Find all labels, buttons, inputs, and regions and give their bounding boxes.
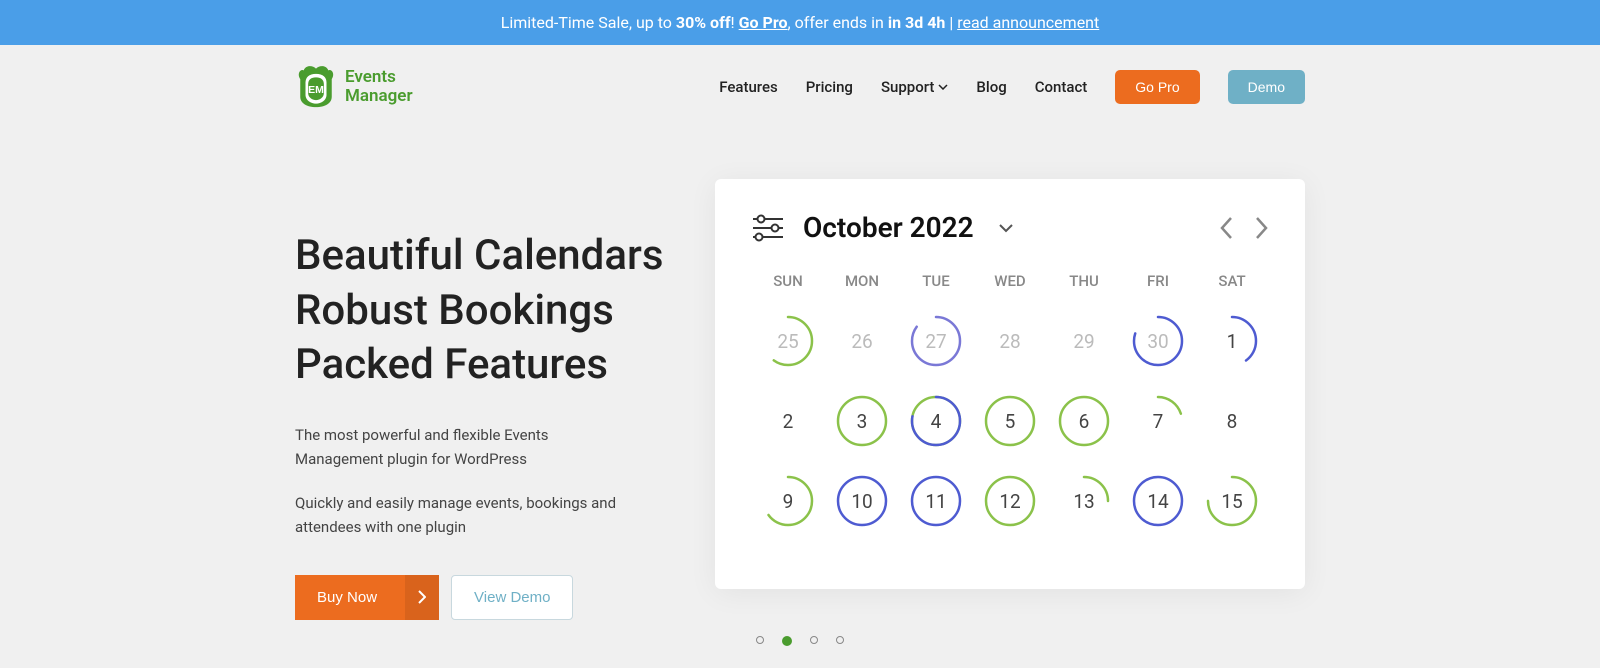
slider-dot[interactable] [836, 636, 844, 644]
view-demo-button[interactable]: View Demo [451, 575, 573, 620]
svg-text:EM: EM [308, 84, 324, 96]
calendar-day[interactable]: 25 [751, 312, 825, 370]
calendar-day[interactable]: 10 [825, 472, 899, 530]
calendar-day[interactable]: 9 [751, 472, 825, 530]
calendar-day[interactable]: 13 [1047, 472, 1121, 530]
calendar-day[interactable]: 6 [1047, 392, 1121, 450]
calendar-day[interactable]: 4 [899, 392, 973, 450]
gopro-button[interactable]: Go Pro [1115, 70, 1199, 104]
logo-icon: EM [295, 65, 337, 109]
logo-text-line2: Manager [345, 87, 413, 106]
logo-text-line1: Events [345, 68, 413, 87]
nav-support[interactable]: Support [881, 78, 948, 96]
calendar-day[interactable]: 8 [1195, 392, 1269, 450]
nav-contact[interactable]: Contact [1035, 78, 1088, 96]
calendar-day[interactable]: 14 [1121, 472, 1195, 530]
chevron-down-icon[interactable] [998, 223, 1014, 233]
hero-section: Beautiful Calendars Robust Bookings Pack… [295, 179, 1305, 620]
slider-dots [0, 636, 1600, 646]
calendar-day-header: SUN [751, 272, 825, 290]
main-nav: Features Pricing Support Blog Contact Go… [719, 70, 1305, 104]
nav-pricing[interactable]: Pricing [806, 78, 853, 96]
prev-month-button[interactable] [1219, 216, 1233, 240]
calendar-day[interactable]: 27 [899, 312, 973, 370]
calendar-widget: October 2022 SUNMONTUEWEDTHUFRISAT 25262… [715, 179, 1305, 589]
demo-button[interactable]: Demo [1228, 70, 1305, 104]
hero-title: Beautiful Calendars Robust Bookings Pack… [295, 229, 675, 393]
hero-description-1: The most powerful and flexible Events Ma… [295, 423, 635, 471]
calendar-day[interactable]: 1 [1195, 312, 1269, 370]
next-month-button[interactable] [1255, 216, 1269, 240]
logo[interactable]: EM Events Manager [295, 65, 413, 109]
calendar-day[interactable]: 11 [899, 472, 973, 530]
announcement-prefix: Limited-Time Sale, up to [501, 13, 676, 32]
calendar-day-header: SAT [1195, 272, 1269, 290]
calendar-day-header: FRI [1121, 272, 1195, 290]
calendar-day[interactable]: 30 [1121, 312, 1195, 370]
calendar-days-header: SUNMONTUEWEDTHUFRISAT [751, 272, 1269, 290]
calendar-day-header: MON [825, 272, 899, 290]
calendar-day-header: TUE [899, 272, 973, 290]
calendar-day[interactable]: 26 [825, 312, 899, 370]
announcement-discount: 30% off [676, 13, 731, 32]
calendar-day[interactable]: 15 [1195, 472, 1269, 530]
filter-icon[interactable] [751, 213, 785, 243]
slider-dot[interactable] [782, 636, 792, 646]
hero-content: Beautiful Calendars Robust Bookings Pack… [295, 179, 675, 620]
calendar-day[interactable]: 3 [825, 392, 899, 450]
calendar-day-header: THU [1047, 272, 1121, 290]
slider-dot[interactable] [810, 636, 818, 644]
announcement-gopro-link[interactable]: Go Pro [739, 13, 788, 32]
calendar-day[interactable]: 7 [1121, 392, 1195, 450]
nav-blog[interactable]: Blog [976, 78, 1006, 96]
nav-features[interactable]: Features [719, 78, 777, 96]
calendar-day[interactable]: 29 [1047, 312, 1121, 370]
chevron-right-icon [405, 575, 439, 620]
calendar-day[interactable]: 5 [973, 392, 1047, 450]
hero-description-2: Quickly and easily manage events, bookin… [295, 491, 635, 539]
calendar-month: October 2022 [803, 211, 974, 244]
calendar-day[interactable]: 12 [973, 472, 1047, 530]
calendar-day-header: WED [973, 272, 1047, 290]
calendar-day[interactable]: 2 [751, 392, 825, 450]
calendar-day[interactable]: 28 [973, 312, 1047, 370]
chevron-down-icon [938, 84, 948, 90]
site-header: EM Events Manager Features Pricing Suppo… [295, 45, 1305, 129]
announcement-read-link[interactable]: read announcement [957, 13, 1099, 32]
buy-now-button[interactable]: Buy Now [295, 575, 439, 620]
slider-dot[interactable] [756, 636, 764, 644]
announcement-countdown: in 3d 4h [888, 13, 945, 32]
calendar-grid: 252627282930123456789101112131415 [751, 312, 1269, 530]
announcement-bar: Limited-Time Sale, up to 30% off! Go Pro… [0, 0, 1600, 45]
